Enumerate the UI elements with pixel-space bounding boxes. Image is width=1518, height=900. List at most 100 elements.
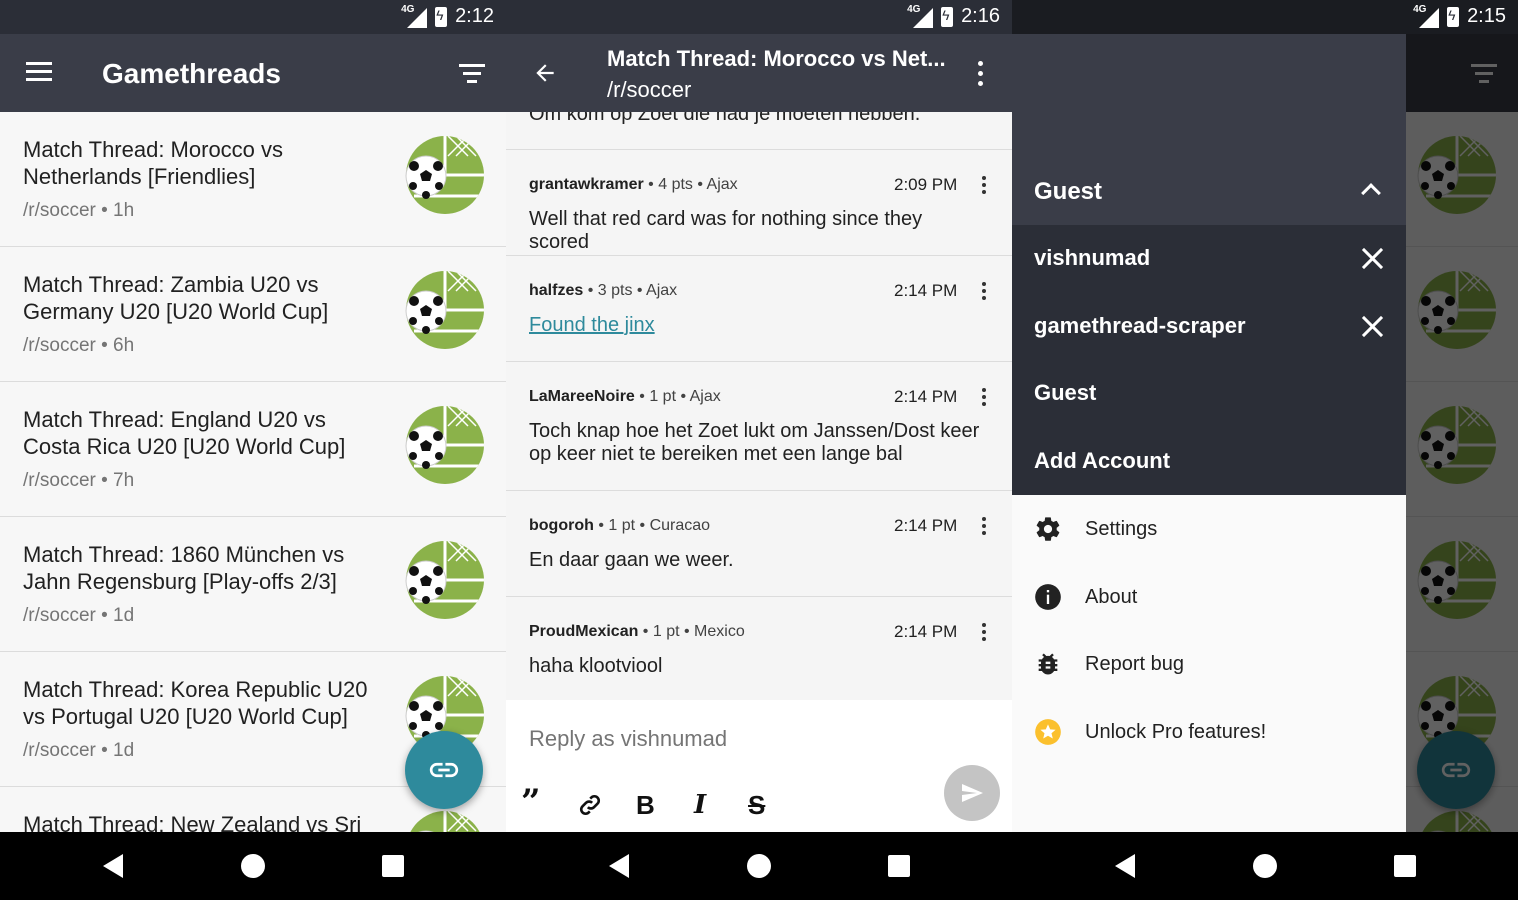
filter-icon[interactable]	[458, 64, 486, 84]
link-format-icon[interactable]	[577, 792, 603, 818]
soccer-logo-icon	[405, 271, 484, 349]
account-name: Guest	[1034, 380, 1097, 405]
thread-title: Match Thread: Korea Republic U20 vs Port…	[23, 677, 368, 729]
comment-header: halfzes • 3 pts • Ajax	[529, 282, 678, 299]
comment-flair: Ajax	[689, 388, 721, 405]
bold-icon[interactable]: B	[636, 790, 655, 821]
back-arrow-icon[interactable]	[532, 60, 558, 86]
home-nav-icon[interactable]	[241, 854, 265, 878]
comment-author[interactable]: ProudMexican	[529, 623, 638, 640]
comment-author[interactable]: halfzes	[529, 282, 583, 299]
battery-icon	[1447, 6, 1460, 27]
comment-body: Om kom op Zoet die had je moeten hebben.	[506, 112, 1012, 150]
comment-author[interactable]: bogoroh	[529, 517, 594, 534]
app-toolbar: Gamethreads	[0, 34, 506, 112]
quote-icon[interactable]: ”	[521, 782, 541, 822]
scrim[interactable]	[1406, 34, 1518, 832]
comment-points: 1 pt	[652, 623, 680, 640]
comment-item[interactable]: halfzes • 3 pts • Ajax 2:14 PM Found the j…	[506, 256, 1012, 362]
star-icon	[1034, 718, 1062, 746]
drawer-item-label: About	[1085, 585, 1138, 608]
comment-points: 4 pts	[658, 176, 693, 193]
thread-row[interactable]: Match Thread: England U20 vs Costa Rica …	[0, 382, 506, 517]
comment-flair: Ajax	[706, 176, 738, 193]
thread-subreddit: /r/soccer	[607, 77, 692, 102]
thread-list: Match Thread: Morocco vs Netherlands [Fr…	[0, 112, 506, 832]
back-nav-icon[interactable]	[103, 854, 123, 878]
drawer-item-about[interactable]: About	[1012, 563, 1406, 631]
remove-account-icon[interactable]	[1361, 315, 1383, 337]
account-name: gamethread-scraper	[1034, 312, 1246, 338]
italic-icon[interactable]: I	[694, 790, 706, 820]
drawer-item-unlock-pro-features[interactable]: Unlock Pro features!	[1012, 698, 1406, 766]
recents-nav-icon[interactable]	[888, 855, 910, 877]
comment-item[interactable]: grantawkramer • 4 pts • Ajax 2:09 PM Well …	[506, 150, 1012, 256]
thread-title: Match Thread: Morocco vs Net...	[607, 46, 946, 71]
thread-row[interactable]: Match Thread: Zambia U20 vs Germany U20 …	[0, 247, 506, 382]
comment-item[interactable]: bogoroh • 1 pt • Curacao 2:14 PM En daar g…	[506, 491, 1012, 597]
comment-item[interactable]: ProudMexican • 1 pt • Mexico 2:14 PM haha …	[506, 597, 1012, 700]
strikethrough-icon[interactable]: S	[748, 790, 765, 821]
comment-more-icon[interactable]	[982, 282, 986, 303]
more-options-icon[interactable]	[978, 61, 984, 91]
home-nav-icon[interactable]	[1253, 854, 1277, 878]
status-bar: 4G 2:15	[1012, 0, 1518, 34]
comment-time: 2:14 PM	[894, 387, 958, 406]
gamethreads-screen: 4G 2:12 Gamethreads Match Thread: Morocc…	[0, 0, 506, 900]
account-item[interactable]: gamethread-scraper	[1012, 293, 1406, 361]
remove-account-icon[interactable]	[1361, 247, 1383, 269]
comment-more-icon[interactable]	[982, 517, 986, 538]
system-nav-bar	[0, 832, 506, 900]
drawer-item-label: Unlock Pro features!	[1085, 720, 1267, 743]
account-item[interactable]: vishnumad	[1012, 225, 1406, 293]
thread-meta: /r/soccer • 6h	[23, 335, 135, 356]
open-link-button[interactable]	[405, 731, 483, 809]
match-thread-screen: 4G 2:16 Match Thread: Morocco vs Net... …	[506, 0, 1012, 900]
comment-time: 2:14 PM	[894, 622, 958, 641]
thread-title: Match Thread: New Zealand vs Sri	[23, 812, 362, 832]
drawer-menu: Settings About Report bug Unlock Pro featur…	[1012, 495, 1406, 765]
comment-body[interactable]: Found the jinx	[529, 314, 984, 337]
thread-title: Match Thread: Zambia U20 vs Germany U20 …	[23, 272, 329, 324]
thread-row[interactable]: Match Thread: 1860 München vs Jahn Regen…	[0, 517, 506, 652]
thread-meta: /r/soccer • 7h	[23, 470, 135, 491]
comment-time: 2:09 PM	[894, 175, 958, 194]
reply-input[interactable]	[529, 726, 929, 752]
comment-body: En daar gaan we weer.	[529, 549, 734, 571]
clock: 2:15	[1467, 5, 1506, 27]
soccer-logo-icon	[405, 136, 484, 214]
comment-more-icon[interactable]	[982, 388, 986, 409]
drawer-header[interactable]: Guest	[1012, 34, 1406, 225]
comment-body: Well that red card was for nothing since…	[529, 208, 923, 253]
soccer-logo-icon	[406, 811, 484, 832]
home-nav-icon[interactable]	[747, 854, 771, 878]
comment-list: Om kom op Zoet die had je moeten hebben.…	[506, 112, 1012, 700]
back-nav-icon[interactable]	[1115, 854, 1135, 878]
comment-author[interactable]: LaMareeNoire	[529, 388, 635, 405]
back-nav-icon[interactable]	[609, 854, 629, 878]
menu-icon[interactable]	[26, 62, 52, 82]
link-icon	[429, 762, 459, 778]
thread-thumbnail	[404, 809, 486, 832]
send-button[interactable]	[944, 765, 1000, 821]
comment-body: haha klootviool	[529, 655, 663, 677]
recents-nav-icon[interactable]	[1394, 855, 1416, 877]
thread-row[interactable]: Match Thread: Morocco vs Netherlands [Fr…	[0, 112, 506, 247]
drawer-item-settings[interactable]: Settings	[1012, 495, 1406, 563]
thread-title: Match Thread: 1860 München vs Jahn Regen…	[23, 542, 345, 594]
account-item[interactable]: Add Account	[1012, 428, 1406, 496]
bug-icon	[1034, 650, 1062, 678]
comment-more-icon[interactable]	[982, 176, 986, 197]
drawer-item-report-bug[interactable]: Report bug	[1012, 630, 1406, 698]
recents-nav-icon[interactable]	[382, 855, 404, 877]
battery-icon	[941, 6, 954, 27]
comment-more-icon[interactable]	[982, 623, 986, 644]
info-icon	[1034, 583, 1062, 611]
clock: 2:16	[961, 5, 1000, 27]
chevron-up-icon[interactable]	[1361, 183, 1381, 203]
comment-author[interactable]: grantawkramer	[529, 176, 644, 193]
comment-item[interactable]: LaMareeNoire • 1 pt • Ajax 2:14 PM Toch kn…	[506, 362, 1012, 491]
signal-icon: 4G	[1413, 4, 1440, 28]
account-item[interactable]: Guest	[1012, 360, 1406, 428]
comment-header: ProudMexican • 1 pt • Mexico	[529, 623, 745, 640]
